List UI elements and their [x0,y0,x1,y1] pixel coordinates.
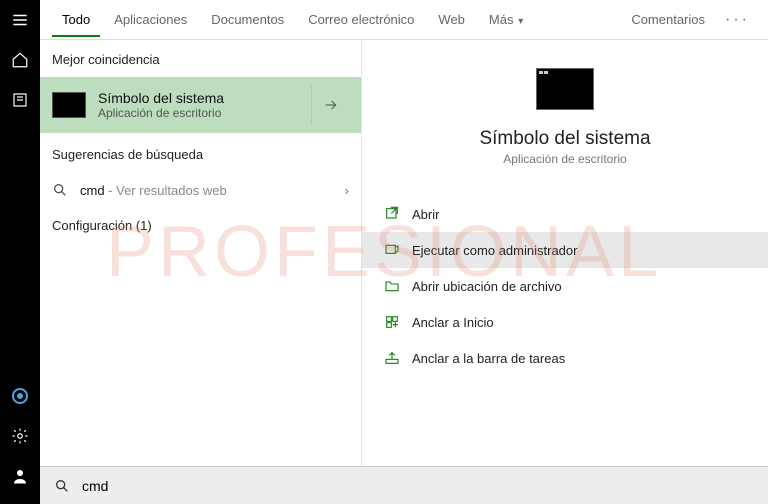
preview-title: Símbolo del sistema [479,128,650,150]
search-bar [40,466,768,504]
more-icon[interactable]: ··· [719,11,756,29]
list-icon[interactable] [0,80,40,120]
chevron-right-icon: › [345,183,349,198]
gear-icon[interactable] [0,416,40,456]
tab-web[interactable]: Web [428,4,475,35]
preview-app-icon [536,68,594,110]
pin-taskbar-icon [384,350,400,366]
action-run-admin[interactable]: Ejecutar como administrador [362,232,768,268]
suggestions-label: Sugerencias de búsqueda [40,133,361,172]
hamburger-icon[interactable] [0,0,40,40]
filter-bar: Todo Aplicaciones Documentos Correo elec… [40,0,768,40]
tab-correo[interactable]: Correo electrónico [298,4,424,35]
suggestion-item[interactable]: cmd - Ver resultados web › [40,172,361,208]
best-match-title: Símbolo del sistema [98,90,224,106]
folder-icon [384,278,400,294]
tab-aplicaciones[interactable]: Aplicaciones [104,4,197,35]
action-pin-start[interactable]: Anclar a Inicio [362,304,768,340]
tab-documentos[interactable]: Documentos [201,4,294,35]
search-panel: Todo Aplicaciones Documentos Correo elec… [40,0,768,504]
action-open[interactable]: Abrir [362,196,768,232]
preview-pane: Símbolo del sistema Aplicación de escrit… [361,40,768,466]
pin-start-icon [384,314,400,330]
taskbar [0,0,40,504]
shield-icon [384,242,400,258]
home-icon[interactable] [0,40,40,80]
search-icon [52,182,68,198]
best-match-item[interactable]: Símbolo del sistema Aplicación de escrit… [40,77,361,133]
action-pin-taskbar[interactable]: Anclar a la barra de tareas [362,340,768,376]
tab-todo[interactable]: Todo [52,4,100,37]
cortana-icon[interactable] [0,376,40,416]
search-icon [54,478,70,494]
cmd-icon [52,92,86,118]
open-icon [384,206,400,222]
user-icon[interactable] [0,456,40,496]
search-input[interactable] [82,478,754,494]
feedback-link[interactable]: Comentarios [621,4,715,35]
results-pane: Mejor coincidencia Símbolo del sistema A… [40,40,361,466]
config-label[interactable]: Configuración (1) [40,208,361,243]
action-open-location[interactable]: Abrir ubicación de archivo [362,268,768,304]
arrow-right-icon[interactable] [311,85,349,125]
best-match-label: Mejor coincidencia [40,52,361,77]
tab-mas[interactable]: Más ▾ [479,4,533,35]
best-match-subtitle: Aplicación de escritorio [98,106,224,120]
preview-subtitle: Aplicación de escritorio [503,152,626,166]
chevron-down-icon: ▾ [515,16,523,27]
